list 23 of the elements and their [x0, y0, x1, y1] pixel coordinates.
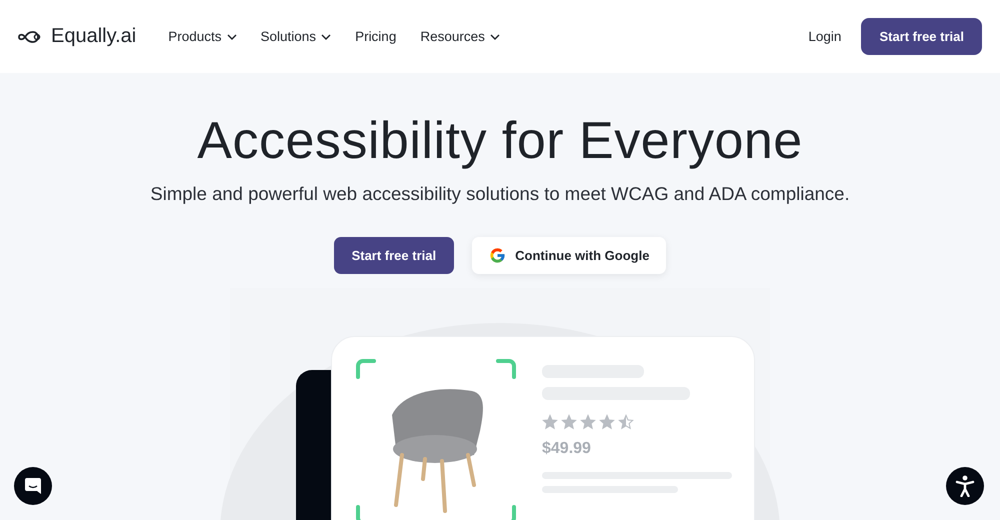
star-icon: [580, 414, 596, 430]
scan-frame-icon: [354, 357, 518, 520]
login-link[interactable]: Login: [802, 28, 848, 45]
accessibility-button[interactable]: [946, 467, 984, 505]
star-icon: [542, 414, 558, 430]
logo-text[interactable]: Equally.ai: [51, 25, 136, 48]
nav-item[interactable]: Resources: [412, 29, 508, 44]
star-icon: [561, 414, 577, 430]
star-icon: [599, 414, 615, 430]
hero-subtitle: Simple and powerful web accessibility solutions to meet WCAG and ADA compliance.: [150, 183, 850, 205]
hero-title: Accessibility for Everyone: [197, 111, 803, 172]
start-trial-button[interactable]: Start free trial: [334, 237, 454, 274]
star-icon: [618, 414, 634, 430]
product-price: $49.99: [542, 440, 591, 458]
start-trial-button[interactable]: Start free trial: [861, 18, 982, 55]
chat-button[interactable]: [14, 467, 52, 505]
nav-item[interactable]: Pricing: [347, 29, 404, 44]
nav-item[interactable]: Products: [160, 29, 245, 44]
nav-item[interactable]: Solutions: [252, 29, 340, 44]
chat-icon: [24, 477, 42, 495]
google-icon: [489, 247, 506, 264]
google-button[interactable]: Continue with Google: [472, 237, 666, 274]
accessibility-icon: [955, 475, 975, 497]
